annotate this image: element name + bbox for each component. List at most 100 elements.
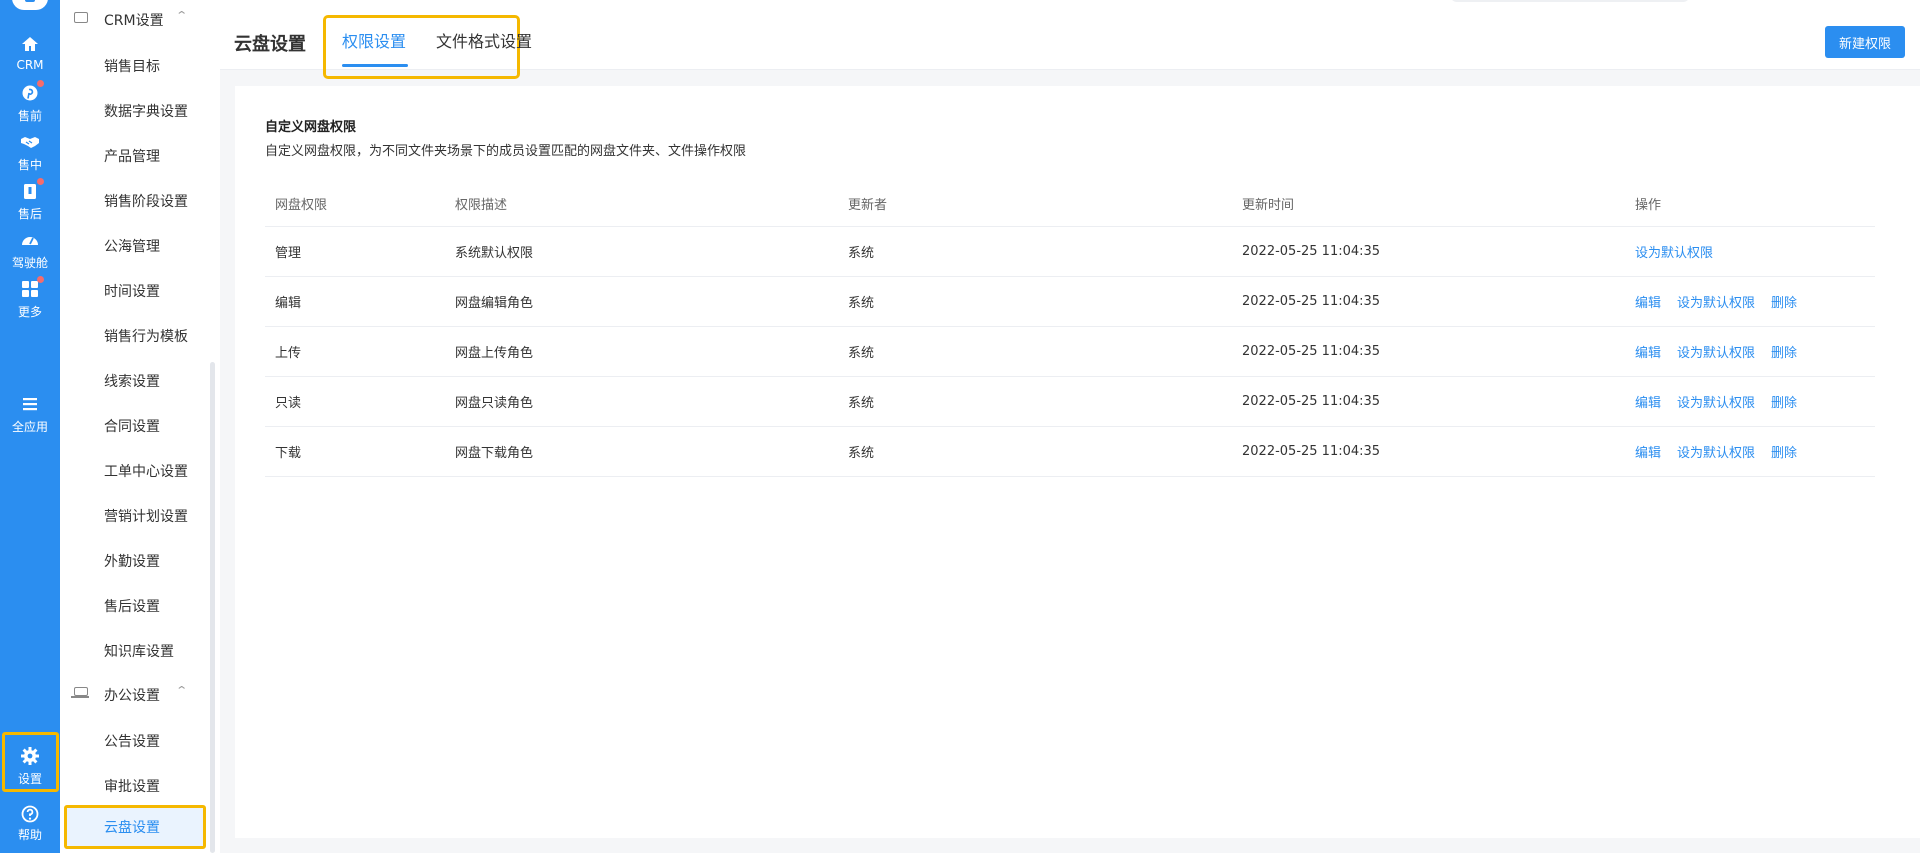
menu-item-leads[interactable]: 线索设置 xyxy=(60,363,220,399)
notification-badge xyxy=(37,80,44,87)
rail-item-crm[interactable]: CRM xyxy=(0,28,60,84)
updater: 系统 xyxy=(838,226,1232,277)
rail-item-insale[interactable]: 售中 xyxy=(0,126,60,182)
rail-item-aftersale[interactable]: 售后 xyxy=(0,175,60,231)
notification-badge xyxy=(37,178,44,185)
set-default-link[interactable]: 设为默认权限 xyxy=(1635,246,1713,261)
menu-item-cloud-drive[interactable]: 云盘设置 xyxy=(64,805,206,849)
clipboard-icon xyxy=(24,184,36,199)
rail-item-settings[interactable]: 设置 xyxy=(2,732,59,792)
menu-item-ticket-center[interactable]: 工单中心设置 xyxy=(60,453,220,489)
menu-group-office[interactable]: 办公设置 ⌄ xyxy=(60,675,220,713)
updater: 系统 xyxy=(838,326,1232,377)
rail-item-label: 设置 xyxy=(17,772,42,786)
delete-link[interactable]: 删除 xyxy=(1771,396,1797,411)
table-row: 下载 网盘下载角色 系统 2022-05-25 11:04:35 编辑 设为默认权… xyxy=(265,426,1875,477)
gauge-icon xyxy=(22,237,38,245)
home-icon xyxy=(22,37,38,51)
menu-item-label: 产品管理 xyxy=(104,149,160,165)
menu-item-product[interactable]: 产品管理 xyxy=(60,138,220,174)
menu-item-label: 销售目标 xyxy=(104,59,160,75)
menu-item-label: 合同设置 xyxy=(104,419,160,435)
help-icon xyxy=(21,805,39,823)
edit-link[interactable]: 编辑 xyxy=(1635,396,1661,411)
permission-name: 只读 xyxy=(265,376,445,427)
rail-item-label: 售中 xyxy=(17,158,42,172)
page-header: 云盘设置 权限设置 文件格式设置 新建权限 xyxy=(220,0,1920,79)
new-permission-button[interactable]: 新建权限 xyxy=(1825,26,1905,58)
menu-item-approval[interactable]: 审批设置 xyxy=(60,768,220,804)
delete-link[interactable]: 删除 xyxy=(1771,346,1797,361)
permission-desc: 系统默认权限 xyxy=(445,226,838,277)
update-time: 2022-05-25 11:04:35 xyxy=(1232,276,1625,327)
menu-item-label: 工单中心设置 xyxy=(104,464,188,480)
menu-group-crm[interactable]: CRM设置 ⌄ xyxy=(60,0,220,38)
menu-item-knowledge-base[interactable]: 知识库设置 xyxy=(60,633,220,669)
row-actions: 编辑 设为默认权限 删除 xyxy=(1625,276,1875,327)
rail-item-label: 驾驶舱 xyxy=(11,256,48,270)
table-header-row: 网盘权限 权限描述 更新者 更新时间 操作 xyxy=(265,182,1875,227)
app-rail: CRM 售前 售中 售后 驾驶舱 更多 全应用 设置 帮助 xyxy=(0,0,60,853)
gear-icon xyxy=(21,747,39,765)
update-time: 2022-05-25 11:04:35 xyxy=(1232,376,1625,427)
permission-desc: 网盘下载角色 xyxy=(445,426,838,477)
rail-item-presale[interactable]: 售前 xyxy=(0,77,60,133)
column-header: 网盘权限 xyxy=(265,182,445,227)
rail-item-label: CRM xyxy=(16,58,44,72)
handshake-icon xyxy=(21,137,39,148)
id-card-icon xyxy=(74,12,88,23)
set-default-link[interactable]: 设为默认权限 xyxy=(1677,446,1755,461)
permission-desc: 网盘编辑角色 xyxy=(445,276,838,327)
menu-item-sales-behavior[interactable]: 销售行为模板 xyxy=(60,318,220,354)
permission-desc: 网盘上传角色 xyxy=(445,326,838,377)
rail-item-more[interactable]: 更多 xyxy=(0,273,60,329)
menu-item-sales-stage[interactable]: 销售阶段设置 xyxy=(60,183,220,219)
menu-item-label: 营销计划设置 xyxy=(104,509,188,525)
column-header: 更新者 xyxy=(838,182,1232,227)
rail-item-cockpit[interactable]: 驾驶舱 xyxy=(0,224,60,280)
menu-item-label: 销售阶段设置 xyxy=(104,194,188,210)
menu-item-label: 外勤设置 xyxy=(104,554,160,570)
table-row: 管理 系统默认权限 系统 2022-05-25 11:04:35 设为默认权限 xyxy=(265,226,1875,277)
tab-file-format-settings[interactable]: 文件格式设置 xyxy=(436,28,532,52)
menu-item-marketing-plan[interactable]: 营销计划设置 xyxy=(60,498,220,534)
menu-item-label: 时间设置 xyxy=(104,284,160,300)
menu-item-data-dictionary[interactable]: 数据字典设置 xyxy=(60,93,220,129)
permission-desc: 网盘只读角色 xyxy=(445,376,838,427)
set-default-link[interactable]: 设为默认权限 xyxy=(1677,396,1755,411)
menu-item-aftersale[interactable]: 售后设置 xyxy=(60,588,220,624)
rail-item-label: 帮助 xyxy=(17,828,42,842)
menu-scrollbar[interactable] xyxy=(210,362,215,853)
delete-link[interactable]: 删除 xyxy=(1771,446,1797,461)
menu-item-label: 公告设置 xyxy=(104,734,160,750)
menu-item-announcement[interactable]: 公告设置 xyxy=(60,723,220,759)
delete-link[interactable]: 删除 xyxy=(1771,296,1797,311)
menu-item-contract[interactable]: 合同设置 xyxy=(60,408,220,444)
table-row: 编辑 网盘编辑角色 系统 2022-05-25 11:04:35 编辑 设为默认权… xyxy=(265,276,1875,327)
permission-table: 网盘权限 权限描述 更新者 更新时间 操作 管理 系统默认权限 系统 2022-… xyxy=(265,182,1875,477)
app-logo-icon[interactable] xyxy=(12,0,48,10)
active-tab-indicator xyxy=(342,64,408,67)
rail-item-label: 售前 xyxy=(17,109,42,123)
rail-item-all-apps[interactable]: 全应用 xyxy=(0,388,60,444)
rail-item-label: 全应用 xyxy=(11,420,48,434)
edit-link[interactable]: 编辑 xyxy=(1635,346,1661,361)
set-default-link[interactable]: 设为默认权限 xyxy=(1677,346,1755,361)
edit-link[interactable]: 编辑 xyxy=(1635,296,1661,311)
menu-item-public-pool[interactable]: 公海管理 xyxy=(60,228,220,264)
permission-name: 上传 xyxy=(265,326,445,377)
edit-link[interactable]: 编辑 xyxy=(1635,446,1661,461)
updater: 系统 xyxy=(838,276,1232,327)
pinterest-icon xyxy=(22,85,38,101)
tab-permission-settings[interactable]: 权限设置 xyxy=(342,28,406,52)
set-default-link[interactable]: 设为默认权限 xyxy=(1677,296,1755,311)
menu-item-sales-target[interactable]: 销售目标 xyxy=(60,48,220,84)
row-actions: 设为默认权限 xyxy=(1625,226,1875,277)
rail-item-help[interactable]: 帮助 xyxy=(0,802,60,853)
grid-icon xyxy=(22,281,38,297)
top-search-bar[interactable] xyxy=(1450,0,1690,2)
main-card: 自定义网盘权限 自定义网盘权限，为不同文件夹场景下的成员设置匹配的网盘文件夹、文… xyxy=(235,86,1920,838)
menu-item-field-work[interactable]: 外勤设置 xyxy=(60,543,220,579)
page-title: 云盘设置 xyxy=(234,34,306,55)
menu-item-time[interactable]: 时间设置 xyxy=(60,273,220,309)
